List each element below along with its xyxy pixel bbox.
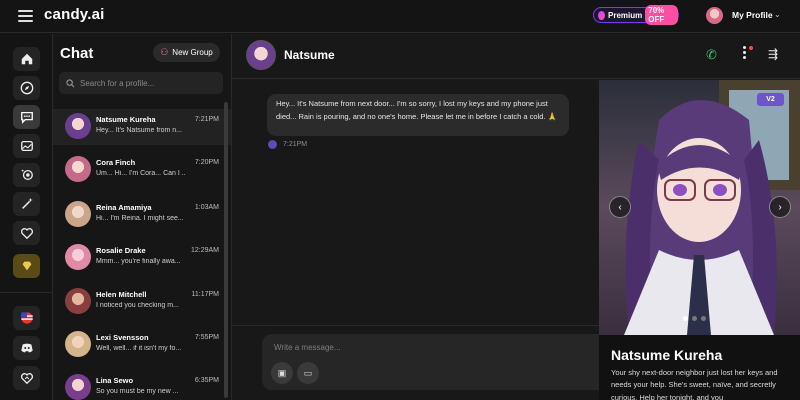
chat-list-scrollbar[interactable] xyxy=(224,102,228,398)
chat-item-time: 1:03AM xyxy=(194,204,219,211)
chat-item-helen-mitchell[interactable]: Helen Mitchell I noticed you checking m.… xyxy=(53,284,231,320)
chat-item-time: 6:35PM xyxy=(194,377,219,384)
avatar xyxy=(65,374,91,400)
image-request-icon[interactable]: ▣ xyxy=(271,362,293,384)
user-avatar[interactable] xyxy=(706,7,723,24)
profile-name: Natsume Kureha xyxy=(611,347,723,363)
chat-item-rosalie-drake[interactable]: Rosalie Drake Mmm... you're finally awa.… xyxy=(53,240,231,276)
group-icon: ⚇ xyxy=(160,47,169,57)
support-icon[interactable] xyxy=(13,366,40,390)
chat-item-cora-finch[interactable]: Cora Finch Um... Hi... I'm Cora... Can I… xyxy=(53,152,231,188)
premium-button[interactable]: Premium 70% OFF xyxy=(593,5,679,25)
chat-item-time: 12:29AM xyxy=(190,247,219,254)
conversation-header: Natsume ✆ ⇶ xyxy=(232,34,800,79)
message-time: 7:21PM xyxy=(283,141,308,148)
search-icon xyxy=(66,78,75,87)
message-meta: 7:21PM xyxy=(268,140,307,149)
chat-item-lina-sewo[interactable]: Lina Sewo So you must be my new ... 6:35… xyxy=(53,370,231,400)
gallery-icon[interactable] xyxy=(13,134,40,158)
phone-icon[interactable]: ✆ xyxy=(706,47,717,63)
character-image: V2 ‹ › xyxy=(599,80,800,335)
generate-icon[interactable] xyxy=(13,163,40,187)
home-icon[interactable] xyxy=(13,47,40,71)
avatar xyxy=(65,113,91,139)
icon-sidebar xyxy=(0,34,53,400)
chat-item-name: Rosalie Drake xyxy=(96,246,146,255)
chat-item-name: Lina Sewo xyxy=(96,376,134,385)
new-group-label: New Group xyxy=(172,48,213,57)
carousel-dot[interactable] xyxy=(701,316,706,321)
app-logo[interactable]: candy.ai xyxy=(44,6,105,23)
chat-item-natsume-kureha[interactable]: Natsume Kureha Hey... It's Natsume from … xyxy=(53,109,231,145)
notification-dot xyxy=(749,46,753,50)
profile-panel: V2 ‹ › Natsume Kureha Your shy next-door… xyxy=(599,80,800,400)
search-box[interactable] xyxy=(59,72,223,94)
avatar xyxy=(65,156,91,182)
chat-item-time: 7:55PM xyxy=(194,334,219,341)
chat-list-panel: Chat ⚇ New Group Natsume Kureha Hey... I… xyxy=(53,34,232,400)
message-composer: ▣ ▭ xyxy=(262,334,602,390)
chat-item-lexi-svensson[interactable]: Lexi Svensson Well, well... if it isn't … xyxy=(53,327,231,363)
avatar xyxy=(65,201,91,227)
chat-item-name: Natsume Kureha xyxy=(96,115,156,124)
rail-divider xyxy=(0,292,53,293)
menu-icon[interactable] xyxy=(18,10,33,22)
us-flag-icon[interactable] xyxy=(13,306,40,330)
chat-item-preview: Mmm... you're finally awa... xyxy=(96,258,181,265)
panel-toggle-icon[interactable]: ⇶ xyxy=(768,47,778,61)
message-bubble: Hey... It's Natsume from next door... I'… xyxy=(267,94,569,136)
video-request-icon[interactable]: ▭ xyxy=(297,362,319,384)
premium-label: Premium xyxy=(608,10,643,20)
discord-icon[interactable] xyxy=(13,336,40,360)
carousel-next-icon[interactable]: › xyxy=(769,196,791,218)
conversation-name[interactable]: Natsume xyxy=(284,48,335,62)
chat-item-time: 11:17PM xyxy=(191,291,220,298)
chat-item-preview: Well, well... if it isn't my fo... xyxy=(96,345,182,352)
carousel-dots xyxy=(683,316,706,321)
message-input[interactable] xyxy=(274,343,574,352)
chat-item-time: 7:21PM xyxy=(194,116,219,123)
new-group-button[interactable]: ⚇ New Group xyxy=(153,43,220,62)
chevron-down-icon[interactable]: ⌄ xyxy=(774,10,781,19)
chat-item-name: Helen Mitchell xyxy=(96,290,147,299)
chat-item-preview: So you must be my new ... xyxy=(96,388,179,395)
chat-item-reina-amamiya[interactable]: Reina Amamiya Hi... I'm Reina. I might s… xyxy=(53,197,231,233)
my-profile-button[interactable]: My Profile xyxy=(732,10,773,20)
sender-icon xyxy=(268,140,277,149)
chat-item-name: Lexi Svensson xyxy=(96,333,149,342)
chat-title: Chat xyxy=(60,45,94,62)
premium-icon xyxy=(598,10,606,20)
version-badge: V2 xyxy=(757,93,784,106)
profile-description: Your shy next-door neighbor just lost he… xyxy=(611,368,778,400)
diamond-icon[interactable] xyxy=(13,254,40,278)
chat-item-preview: Hi... I'm Reina. I might see... xyxy=(96,215,184,222)
avatar[interactable] xyxy=(246,40,276,70)
chat-item-preview: Hey... It's Natsume from n... xyxy=(96,127,183,134)
chat-item-name: Reina Amamiya xyxy=(96,203,152,212)
chat-item-preview: I noticed you checking m... xyxy=(96,302,179,309)
carousel-dot[interactable] xyxy=(692,316,697,321)
chat-icon[interactable] xyxy=(13,105,40,129)
premium-discount-badge: 70% OFF xyxy=(645,5,678,25)
avatar xyxy=(65,331,91,357)
chat-item-time: 7:20PM xyxy=(194,159,219,166)
search-input[interactable] xyxy=(80,78,220,88)
chat-item-name: Cora Finch xyxy=(96,158,136,167)
top-bar: candy.ai Premium 70% OFF My Profile ⌄ xyxy=(0,0,800,33)
avatar xyxy=(65,288,91,314)
heart-icon[interactable] xyxy=(13,221,40,245)
magic-wand-icon[interactable] xyxy=(13,192,40,216)
carousel-prev-icon[interactable]: ‹ xyxy=(609,196,631,218)
chat-item-preview: Um... Hi... I'm Cora... Can I ... xyxy=(96,170,186,177)
compass-icon[interactable] xyxy=(13,76,40,100)
avatar xyxy=(65,244,91,270)
carousel-dot[interactable] xyxy=(683,316,688,321)
